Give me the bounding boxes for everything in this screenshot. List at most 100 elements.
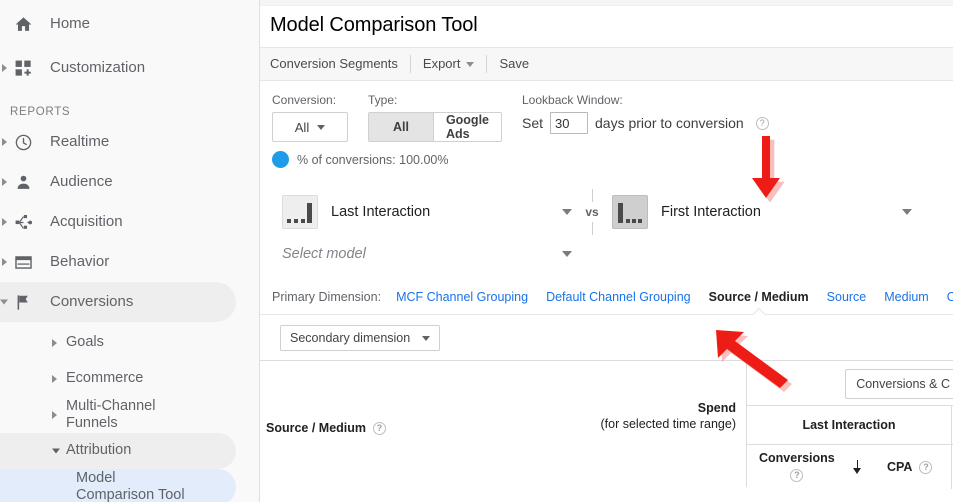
last-interaction-model-icon bbox=[282, 195, 318, 229]
behavior-window-icon bbox=[12, 251, 34, 273]
sidebar-item-label: Model Comparison Tool bbox=[76, 469, 185, 502]
conversion-label: Conversion: bbox=[272, 93, 337, 107]
primary-dimension-medium[interactable]: Medium bbox=[884, 290, 928, 304]
sidebar-item-goals[interactable]: Goals bbox=[0, 325, 236, 361]
sidebar-item-customization[interactable]: Customization bbox=[0, 48, 259, 88]
vs-line-top bbox=[591, 189, 593, 202]
model-c-selector[interactable]: Select model bbox=[282, 246, 572, 262]
chevron-right-icon bbox=[2, 258, 7, 266]
model-a-name: Last Interaction bbox=[331, 204, 431, 220]
table-metric-header-row: Conversions ? CPA ? Co bbox=[747, 444, 953, 489]
chevron-right-icon bbox=[52, 375, 57, 383]
table-header-conversions-label: Conversions bbox=[759, 451, 835, 466]
select-model-placeholder: Select model bbox=[282, 246, 366, 262]
primary-dimension-source[interactable]: Source bbox=[827, 290, 867, 304]
report-controls: Conversion: All Type: All Google Ads Loo… bbox=[260, 81, 953, 168]
primary-dimension-mcf-channel-grouping[interactable]: MCF Channel Grouping bbox=[396, 290, 528, 304]
conversion-select[interactable]: All bbox=[272, 112, 348, 142]
conversions-value-selector[interactable]: Conversions & C bbox=[845, 369, 953, 399]
lookback-suffix-label: days prior to conversion bbox=[595, 115, 744, 131]
chevron-right-icon bbox=[52, 339, 57, 347]
conversion-select-value: All bbox=[294, 119, 310, 135]
export-button[interactable]: Export bbox=[411, 55, 487, 73]
table-header-spend-sub2: range) bbox=[699, 416, 736, 431]
chevron-right-icon bbox=[2, 64, 7, 72]
sidebar-item-multi-channel-funnels[interactable]: Multi-Channel Funnels bbox=[0, 397, 236, 433]
sidebar-section-reports: REPORTS bbox=[10, 106, 71, 118]
sidebar-item-ecommerce[interactable]: Ecommerce bbox=[0, 361, 236, 397]
chevron-down-icon bbox=[0, 299, 8, 305]
source-medium-help-icon[interactable]: ? bbox=[373, 421, 387, 435]
model-b-selector[interactable]: First Interaction bbox=[612, 195, 912, 229]
type-toggle-group: All Google Ads bbox=[368, 112, 502, 142]
sidebar-item-model-comparison-tool[interactable]: Model Comparison Tool bbox=[0, 469, 236, 502]
sidebar-item-realtime[interactable]: Realtime bbox=[0, 122, 259, 162]
lookback-days-input[interactable] bbox=[550, 112, 589, 134]
vs-divider: vs bbox=[572, 189, 612, 235]
sidebar-item-label: Attribution bbox=[66, 442, 132, 459]
chevron-down-icon[interactable] bbox=[562, 251, 572, 257]
conversions-percentage-label: % of conversions: 100.00% bbox=[297, 152, 449, 167]
chevron-down-icon bbox=[466, 61, 475, 67]
table-header-spend-label: Spend bbox=[697, 401, 736, 415]
sort-descending-icon[interactable] bbox=[851, 459, 864, 475]
sidebar-item-label: Multi-Channel Funnels bbox=[66, 397, 156, 431]
vs-label: vs bbox=[585, 205, 599, 219]
chevron-down-icon bbox=[52, 448, 60, 454]
first-interaction-model-icon bbox=[612, 195, 648, 229]
sidebar-item-label: Goals bbox=[66, 334, 104, 351]
model-row-primary: Last Interaction vs First Interaction bbox=[282, 189, 953, 235]
report-table: Source / Medium ? Spend (for selected ti… bbox=[260, 360, 953, 489]
primary-dimension-default-channel-grouping[interactable]: Default Channel Grouping bbox=[546, 290, 691, 304]
cpa-help-icon[interactable]: ? bbox=[919, 460, 933, 474]
table-header-source-medium-label: Source / Medium bbox=[266, 421, 367, 435]
page-title: Model Comparison Tool bbox=[270, 14, 478, 36]
sidebar-item-conversions[interactable]: Conversions bbox=[0, 282, 236, 322]
column-divider bbox=[951, 445, 952, 489]
report-toolbar: Conversion Segments Export Save bbox=[260, 47, 953, 81]
sidebar-item-attribution[interactable]: Attribution bbox=[0, 433, 236, 469]
main-content: Model Comparison Tool Conversion Segment… bbox=[260, 0, 953, 502]
secondary-dimension-select[interactable]: Secondary dimension bbox=[280, 325, 441, 351]
primary-dimension-bar: Primary Dimension: MCF Channel Grouping … bbox=[260, 284, 953, 304]
metric-selector-row: Conversions & C bbox=[747, 361, 953, 405]
acquisition-share-icon bbox=[12, 211, 34, 233]
conversions-flag-icon bbox=[12, 291, 34, 313]
vs-line-bottom bbox=[591, 222, 593, 235]
table-header-spend[interactable]: Spend (for selected time range) bbox=[586, 401, 737, 432]
type-label: Type: bbox=[368, 93, 398, 107]
lookback-help-icon[interactable]: ? bbox=[755, 116, 769, 130]
chevron-right-icon bbox=[52, 411, 57, 419]
chevron-down-icon[interactable] bbox=[562, 209, 572, 215]
sidebar-item-home[interactable]: Home bbox=[0, 4, 259, 44]
primary-dimension-other[interactable]: Other bbox=[947, 290, 953, 304]
app-root: Home Customization REPORTS Realtime Audi… bbox=[0, 0, 953, 502]
table-header-conversions[interactable]: Conversions ? bbox=[759, 445, 864, 489]
table-header-cpa[interactable]: CPA ? bbox=[887, 445, 933, 489]
table-header-source-medium[interactable]: Source / Medium ? bbox=[266, 421, 387, 435]
lookback-window-control: Lookback Window: Set days prior to conve… bbox=[522, 93, 769, 134]
chevron-down-icon[interactable] bbox=[902, 209, 912, 215]
chevron-right-icon bbox=[2, 218, 7, 226]
left-navigation-sidebar: Home Customization REPORTS Realtime Audi… bbox=[0, 0, 260, 502]
type-google-ads-button[interactable]: Google Ads bbox=[432, 113, 501, 141]
sidebar-item-behavior[interactable]: Behavior bbox=[0, 242, 259, 282]
lookback-set-label: Set bbox=[522, 115, 544, 131]
table-model-group-row: Last Interaction bbox=[747, 405, 953, 444]
sidebar-item-audience[interactable]: Audience bbox=[0, 162, 259, 202]
conversion-series-color-dot bbox=[272, 151, 289, 168]
chevron-right-icon bbox=[2, 138, 7, 146]
chevron-down-icon bbox=[317, 124, 326, 130]
conversion-segments-button[interactable]: Conversion Segments bbox=[270, 55, 410, 73]
primary-dimension-label: Primary Dimension: bbox=[272, 290, 382, 304]
sidebar-item-acquisition[interactable]: Acquisition bbox=[0, 202, 259, 242]
table-header-cpa-label: CPA bbox=[887, 460, 913, 474]
save-button[interactable]: Save bbox=[487, 55, 541, 73]
conversions-help-icon[interactable]: ? bbox=[790, 468, 804, 482]
primary-dimension-source-medium[interactable]: Source / Medium bbox=[709, 290, 809, 304]
model-b-name: First Interaction bbox=[661, 204, 761, 220]
type-all-button[interactable]: All bbox=[369, 113, 433, 141]
table-dimension-column: Source / Medium ? Spend (for selected ti… bbox=[260, 361, 747, 487]
model-a-selector[interactable]: Last Interaction bbox=[282, 195, 572, 229]
model-comparison-selectors: Last Interaction vs First Interaction Se… bbox=[260, 189, 953, 274]
